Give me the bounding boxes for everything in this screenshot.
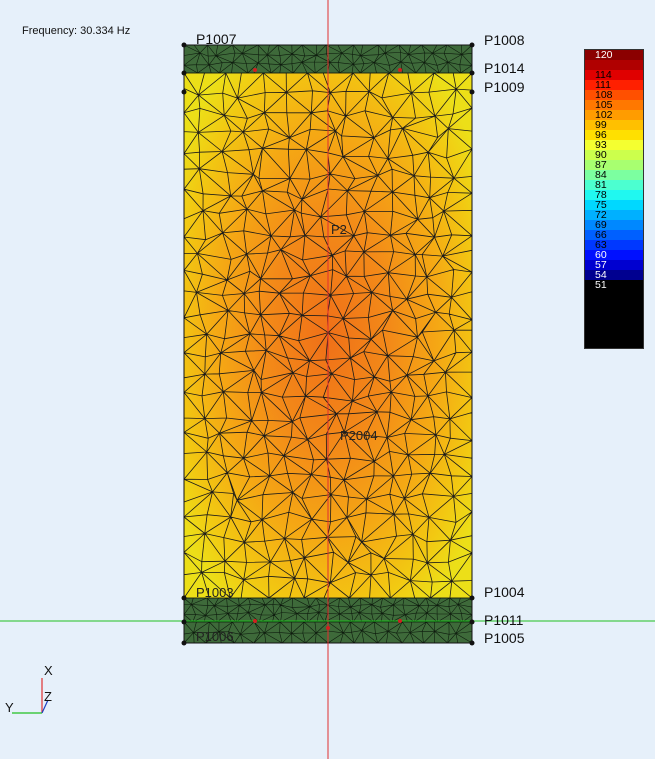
fem-viewport[interactable]: Frequency: 30.334 Hz P1007 P1008 P1014 P…: [0, 0, 655, 759]
legend-swatch: 84: [585, 170, 643, 180]
legend-swatch: 66: [585, 230, 643, 240]
legend-swatch: 99: [585, 120, 643, 130]
legend-swatch: 96: [585, 130, 643, 140]
frequency-label: Frequency: 30.334 Hz: [22, 25, 131, 37]
mesh-node: [469, 619, 475, 625]
legend-swatch: [585, 60, 643, 70]
legend-swatch: 114: [585, 70, 643, 80]
axis-label-y: Y: [5, 700, 14, 715]
mesh-node: [181, 89, 187, 95]
axis-triad: [12, 678, 49, 714]
legend-swatch: 63: [585, 240, 643, 250]
point-label-p2: P2: [331, 222, 347, 237]
color-legend: 120 114 111 108 105 102 99 96 93 90 87 84 81 78 75 72 69…: [584, 49, 644, 349]
mesh-node: [181, 70, 187, 76]
legend-swatch: 60: [585, 250, 643, 260]
mesh-node: [181, 42, 187, 48]
point-label-p1007: P1007: [196, 31, 237, 47]
mesh-node: [469, 89, 475, 95]
legend-swatch: 120: [585, 50, 643, 60]
mesh-node: [181, 619, 187, 625]
mesh-node: [253, 68, 257, 72]
mesh-node: [181, 595, 187, 601]
mesh-node: [469, 595, 475, 601]
legend-swatch: 78: [585, 190, 643, 200]
legend-swatch: [585, 290, 643, 300]
mesh-node: [181, 640, 187, 646]
point-label-p1005: P1005: [484, 630, 525, 646]
point-label-p2004: P2004: [340, 428, 378, 443]
mesh-canvas[interactable]: [0, 0, 655, 759]
mesh-node: [469, 42, 475, 48]
legend-swatch: 108: [585, 90, 643, 100]
legend-value: 51: [595, 279, 607, 291]
point-label-p1003: P1003: [196, 585, 234, 600]
point-label-p1011: P1011: [484, 612, 524, 628]
legend-swatch: 111: [585, 80, 643, 90]
axis-label-z: Z: [44, 689, 52, 704]
legend-swatch: [585, 320, 643, 330]
legend-swatch: 54: [585, 270, 643, 280]
mesh-node: [398, 68, 402, 72]
legend-swatch: 87: [585, 160, 643, 170]
legend-value: 120: [595, 49, 613, 61]
point-label-p1004: P1004: [484, 584, 525, 600]
point-label-p1006: P1006: [196, 629, 234, 644]
mesh-node: [253, 619, 257, 623]
point-label-p1008: P1008: [484, 32, 525, 48]
legend-swatch: 105: [585, 100, 643, 110]
legend-swatch: 69: [585, 220, 643, 230]
legend-swatch: 90: [585, 150, 643, 160]
mesh-node: [326, 626, 330, 630]
legend-swatch: 93: [585, 140, 643, 150]
legend-swatch: [585, 330, 643, 340]
legend-swatch: 72: [585, 210, 643, 220]
axis-label-x: X: [44, 663, 53, 678]
legend-swatch: 102: [585, 110, 643, 120]
point-label-p1009: P1009: [484, 79, 525, 95]
legend-swatch: 81: [585, 180, 643, 190]
legend-swatch: [585, 340, 643, 348]
mesh-node: [469, 640, 475, 646]
mesh-node: [398, 619, 402, 623]
legend-swatch: 51: [585, 280, 643, 290]
point-label-p1014: P1014: [484, 60, 525, 76]
legend-swatch: 75: [585, 200, 643, 210]
mesh-node: [469, 70, 475, 76]
legend-swatch: [585, 310, 643, 320]
legend-swatch: 57: [585, 260, 643, 270]
legend-swatch: [585, 300, 643, 310]
